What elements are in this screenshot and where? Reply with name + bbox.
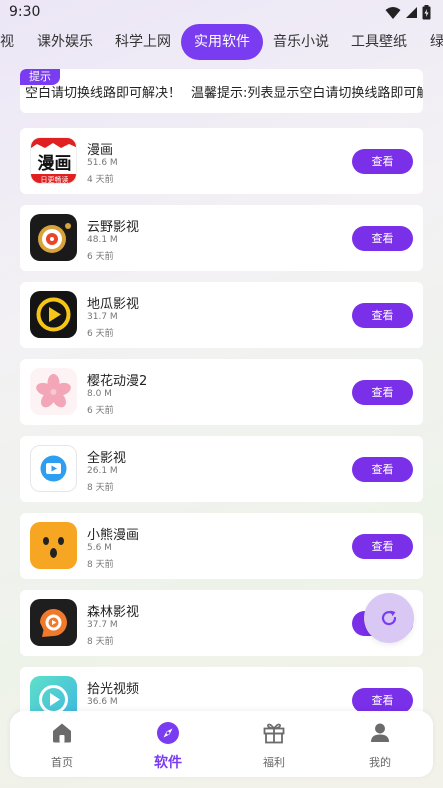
notice-banner: 提示 空白请切换线路即可解决！ 温馨提示:列表显示空白请切换线路即可解 (20, 69, 423, 113)
app-time: 6 天前 (87, 252, 114, 262)
app-card-quanyingshi[interactable]: 全影视 26.1 M 8 天前 查看 (20, 436, 423, 502)
app-time: 8 天前 (87, 483, 114, 493)
bottom-nav: 首页 软件 福利 我的 (10, 711, 433, 777)
app-card-yunye[interactable]: 云野影视 48.1 M 6 天前 查看 (20, 205, 423, 271)
app-size: 8.0 M (87, 389, 112, 399)
app-size: 5.6 M (87, 543, 112, 553)
app-name: 小熊漫画 (87, 528, 140, 543)
app-size: 31.7 M (87, 312, 118, 322)
app-size: 26.1 M (87, 466, 118, 476)
view-button[interactable]: 查看 (352, 457, 413, 482)
app-size: 36.6 M (87, 697, 118, 707)
tab-utility-software[interactable]: 实用软件 (181, 24, 263, 60)
app-name: 森林影视 (87, 605, 140, 620)
app-size: 37.7 M (87, 620, 118, 630)
app-time: 6 天前 (87, 406, 114, 416)
app-card-yinghua[interactable]: 樱花动漫2 8.0 M 6 天前 查看 (20, 359, 423, 425)
yunye-app-icon (30, 214, 77, 261)
view-button[interactable]: 查看 (352, 226, 413, 251)
nav-home-label: 首页 (51, 756, 73, 769)
gift-icon (263, 723, 285, 744)
app-size: 48.1 M (87, 235, 118, 245)
battery-icon (422, 5, 431, 20)
view-button[interactable]: 查看 (352, 534, 413, 559)
nav-mine-label: 我的 (369, 756, 391, 769)
sakura-app-icon (30, 368, 77, 415)
view-button[interactable]: 查看 (352, 149, 413, 174)
manhua-app-icon: 漫画 日更畅读 (30, 137, 77, 184)
app-time: 4 天前 (87, 175, 114, 185)
view-button[interactable]: 查看 (352, 303, 413, 328)
senlin-app-icon (30, 599, 77, 646)
nav-welfare-label: 福利 (263, 756, 285, 769)
notice-text-2: 温馨提示:列表显示空白请切换线路即可解 (191, 86, 423, 101)
app-name: 云野影视 (87, 220, 140, 235)
signal-icon (406, 7, 417, 18)
bear-app-icon (30, 522, 77, 569)
wifi-icon (385, 6, 401, 19)
status-time: 9:30 (9, 4, 41, 20)
app-name: 全影视 (87, 451, 127, 466)
app-card-xiaoxiong[interactable]: 小熊漫画 5.6 M 8 天前 查看 (20, 513, 423, 579)
app-name: 漫画 (87, 143, 114, 158)
tab-science-internet[interactable]: 科学上网 (115, 24, 171, 60)
tab-tools-wallpaper[interactable]: 工具壁纸 (351, 24, 407, 60)
notice-text-1: 空白请切换线路即可解决！ (25, 86, 182, 101)
app-name: 樱花动漫2 (87, 374, 148, 389)
app-name: 地瓜影视 (87, 297, 140, 312)
home-icon (53, 723, 71, 743)
tab-entertainment[interactable]: 课外娱乐 (37, 24, 93, 60)
tab-music-novel[interactable]: 音乐小说 (273, 24, 329, 60)
app-time: 8 天前 (87, 637, 114, 647)
user-icon (371, 723, 389, 742)
view-button[interactable]: 查看 (352, 688, 413, 713)
nav-software[interactable]: 软件 (128, 711, 208, 777)
app-time: 6 天前 (87, 329, 114, 339)
app-card-manhua[interactable]: 漫画 日更畅读 漫画 51.6 M 4 天前 查看 (20, 128, 423, 194)
status-bar: 9:30 (0, 0, 443, 26)
tab-partial-right[interactable]: 绿 (430, 24, 443, 60)
compass-icon (157, 722, 179, 744)
quanyingshi-app-icon (30, 445, 77, 492)
app-time: 8 天前 (87, 560, 114, 570)
refresh-icon (381, 610, 397, 626)
category-tabs: 视 课外娱乐 科学上网 实用软件 音乐小说 工具壁纸 绿 (0, 24, 443, 60)
app-card-digua[interactable]: 地瓜影视 31.7 M 6 天前 查看 (20, 282, 423, 348)
view-button[interactable]: 查看 (352, 380, 413, 405)
app-size: 51.6 M (87, 158, 118, 168)
manhua-icon-title: 漫画 (37, 154, 72, 174)
app-card-senlin[interactable]: 森林影视 37.7 M 8 天前 查看 (20, 590, 423, 656)
manhua-icon-subtitle: 日更畅读 (40, 176, 69, 184)
digua-app-icon (30, 291, 77, 338)
nav-mine[interactable]: 我的 (340, 711, 420, 777)
nav-welfare[interactable]: 福利 (234, 711, 314, 777)
nav-software-label: 软件 (154, 755, 182, 771)
tab-partial-left[interactable]: 视 (0, 24, 14, 60)
status-icons (385, 5, 431, 20)
refresh-button[interactable] (364, 593, 414, 643)
app-name: 拾光视频 (87, 682, 140, 697)
nav-home[interactable]: 首页 (22, 711, 102, 777)
